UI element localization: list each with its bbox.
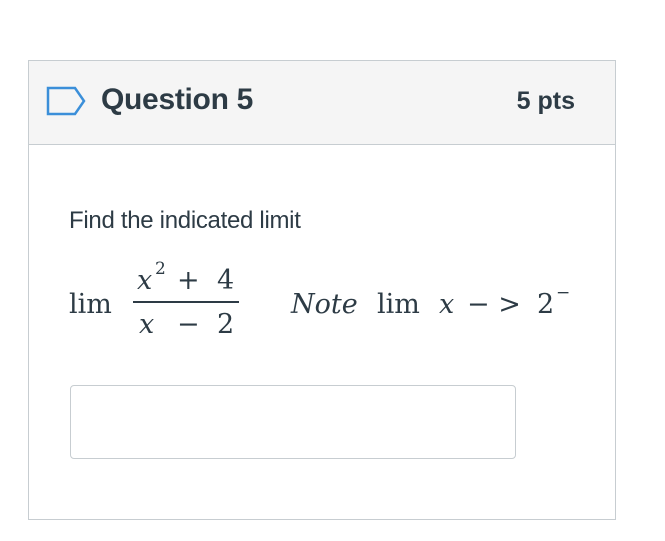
denominator-constant: 2 bbox=[217, 309, 235, 340]
answer-input[interactable] bbox=[70, 385, 516, 459]
question-body: Find the indicated limit lim x 2 + 4 x −… bbox=[29, 145, 615, 519]
lim-operator: lim bbox=[69, 289, 112, 320]
numerator-exponent: 2 bbox=[155, 259, 166, 279]
fraction-bar bbox=[133, 301, 239, 303]
note-variable: x bbox=[439, 289, 455, 320]
question-card: Question 5 5 pts Find the indicated limi… bbox=[28, 60, 616, 520]
note-target: 2 bbox=[537, 289, 555, 320]
note-arrow: − > bbox=[467, 289, 521, 320]
numerator-operator: + bbox=[177, 265, 200, 296]
limit-expression: lim x 2 + 4 x − 2 Note lim x − > 2 − bbox=[29, 145, 615, 519]
question-title: Question 5 bbox=[101, 83, 254, 116]
note-lim-operator: lim bbox=[377, 289, 420, 320]
denominator-operator: − bbox=[177, 309, 200, 340]
note-side: − bbox=[556, 283, 571, 303]
numerator-constant: 4 bbox=[217, 265, 235, 296]
numerator-variable: x bbox=[137, 265, 153, 296]
question-points: 5 pts bbox=[516, 87, 575, 115]
bookmark-flag-icon[interactable] bbox=[45, 85, 87, 117]
question-header: Question 5 5 pts bbox=[29, 61, 615, 145]
denominator-variable: x bbox=[139, 309, 155, 340]
note-word: Note bbox=[291, 289, 358, 320]
